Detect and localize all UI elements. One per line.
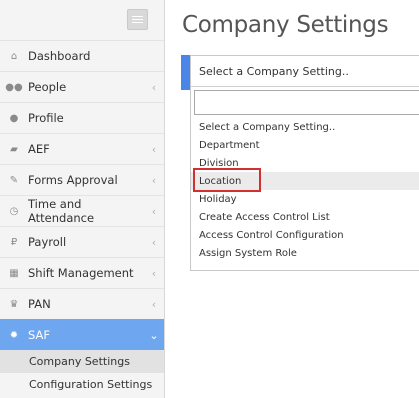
dropdown-search-input[interactable] bbox=[194, 90, 419, 115]
dropdown-option[interactable]: Access Control Configuration bbox=[191, 226, 419, 244]
sidebar-nav: ⌂ Dashboard ●● People ‹ ● Profile ▰ AEF ‹ ✎ Forms A… bbox=[0, 40, 164, 350]
clock-icon: ◷ bbox=[9, 205, 19, 217]
chevron-left-icon: ‹ bbox=[151, 142, 157, 156]
chevron-left-icon: ‹ bbox=[151, 297, 157, 311]
sidebar-item-pan[interactable]: ♛ PAN ‹ bbox=[0, 288, 164, 319]
sidebar-item-label: Dashboard bbox=[28, 49, 91, 63]
calendar-icon: ▦ bbox=[9, 267, 19, 279]
dropdown-option[interactable]: Create Access Control List bbox=[191, 208, 419, 226]
dropdown-option[interactable]: Assign System Role bbox=[191, 244, 419, 262]
highlight-box-location bbox=[193, 168, 261, 192]
home-icon: ⌂ bbox=[10, 50, 18, 62]
trophy-icon: ♛ bbox=[9, 298, 19, 310]
gear-icon: ✹ bbox=[9, 329, 19, 341]
dropdown-option[interactable]: Select a Company Setting.. bbox=[191, 118, 419, 136]
chevron-left-icon: ‹ bbox=[151, 204, 157, 218]
sidebar-item-time-and-attendance[interactable]: ◷ Time and Attendance ‹ bbox=[0, 195, 164, 226]
sidebar-item-label: Forms Approval bbox=[28, 173, 118, 187]
chevron-left-icon: ‹ bbox=[151, 80, 157, 94]
sidebar-item-dashboard[interactable]: ⌂ Dashboard bbox=[0, 40, 164, 71]
sidebar-header bbox=[0, 0, 164, 40]
sidebar-item-payroll[interactable]: ₽ Payroll ‹ bbox=[0, 226, 164, 257]
pencil-icon: ✎ bbox=[9, 174, 19, 186]
user-icon: ● bbox=[9, 112, 19, 124]
company-setting-dropdown[interactable]: Select a Company Setting.. Select a Comp… bbox=[190, 55, 419, 271]
company-setting-select[interactable]: Select a Company Setting.. bbox=[191, 56, 419, 87]
users-icon: ●● bbox=[5, 81, 23, 93]
chevron-left-icon: ‹ bbox=[151, 173, 157, 187]
sidebar-item-profile[interactable]: ● Profile bbox=[0, 102, 164, 133]
dropdown-option[interactable]: Department bbox=[191, 136, 419, 154]
sidebar-submenu: Company Settings Configuration Settings bbox=[0, 350, 164, 396]
submenu-item-configuration-settings[interactable]: Configuration Settings bbox=[0, 373, 164, 396]
sidebar-item-shift-management[interactable]: ▦ Shift Management ‹ bbox=[0, 257, 164, 288]
main-content: Company Settings Select a Company Settin… bbox=[166, 0, 419, 398]
sidebar: ⌂ Dashboard ●● People ‹ ● Profile ▰ AEF ‹ ✎ Forms A… bbox=[0, 0, 165, 398]
sidebar-item-label: SAF bbox=[28, 328, 50, 342]
chevron-down-icon: ⌄ bbox=[149, 328, 159, 342]
ruble-icon: ₽ bbox=[10, 236, 18, 248]
sidebar-item-label: Shift Management bbox=[28, 266, 134, 280]
sidebar-item-people[interactable]: ●● People ‹ bbox=[0, 71, 164, 102]
page-title: Company Settings bbox=[182, 12, 389, 38]
sidebar-item-forms-approval[interactable]: ✎ Forms Approval ‹ bbox=[0, 164, 164, 195]
sidebar-item-label: Payroll bbox=[28, 235, 67, 249]
dropdown-option[interactable]: Holiday bbox=[191, 190, 419, 208]
sidebar-item-saf[interactable]: ✹ SAF ⌄ bbox=[0, 319, 164, 350]
submenu-item-company-settings[interactable]: Company Settings bbox=[0, 350, 164, 373]
folder-icon: ▰ bbox=[10, 143, 18, 155]
sidebar-item-label: AEF bbox=[28, 142, 50, 156]
sidebar-item-label: Profile bbox=[28, 111, 64, 125]
sidebar-item-aef[interactable]: ▰ AEF ‹ bbox=[0, 133, 164, 164]
menu-toggle-icon[interactable] bbox=[127, 9, 148, 30]
sidebar-item-label: PAN bbox=[28, 297, 51, 311]
chevron-left-icon: ‹ bbox=[151, 235, 157, 249]
sidebar-item-label: People bbox=[28, 80, 67, 94]
chevron-left-icon: ‹ bbox=[151, 266, 157, 280]
sidebar-item-label: Time and Attendance bbox=[28, 197, 95, 225]
